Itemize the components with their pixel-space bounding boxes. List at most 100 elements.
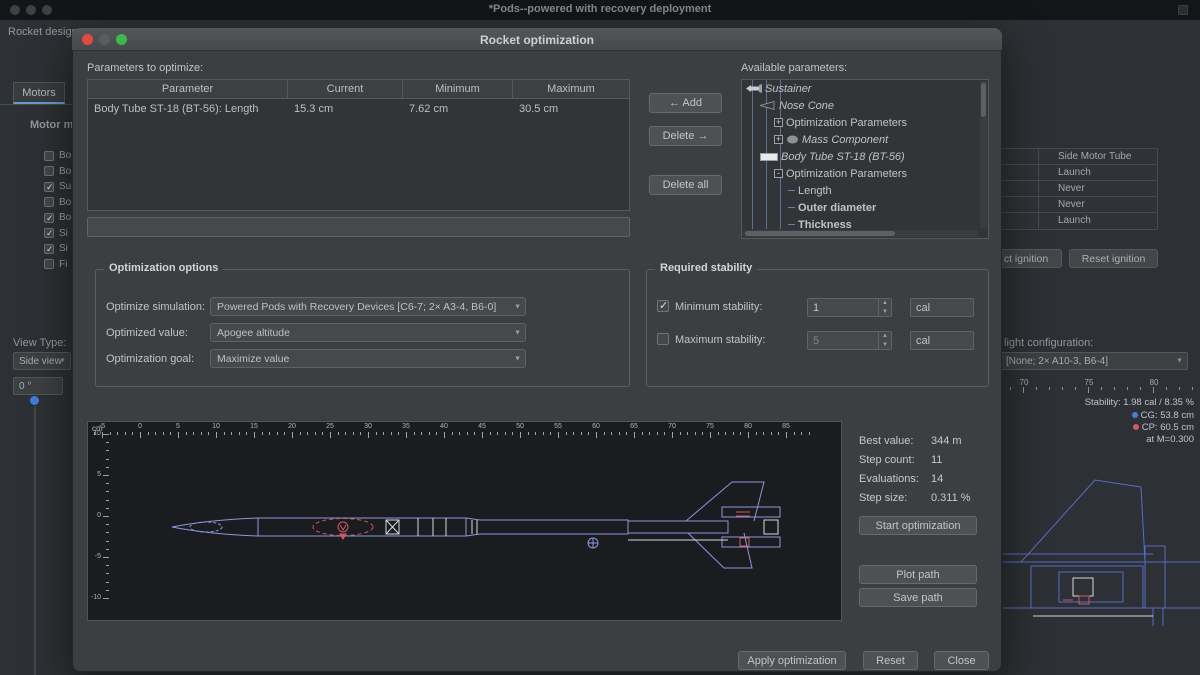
max-stability-spinner[interactable]: 5 ▲▼: [807, 331, 892, 350]
tree-item[interactable]: Nose Cone: [742, 97, 979, 114]
checkbox[interactable]: [44, 197, 54, 207]
optimize-simulation-select[interactable]: Powered Pods with Recovery Devices [C6-7…: [210, 297, 526, 316]
stat-label: Step count:: [859, 454, 931, 466]
scrollbar-thumb[interactable]: [745, 231, 895, 236]
column-header[interactable]: Minimum: [403, 80, 513, 98]
selected-value: Apogee altitude: [217, 327, 290, 339]
ruler-tick: [1140, 387, 1141, 390]
flight-config-label: light configuration:: [1004, 337, 1093, 349]
component-checkbox-row[interactable]: Si: [44, 241, 71, 257]
tree-toggle-icon[interactable]: -: [774, 169, 783, 178]
tree-item[interactable]: Sustainer: [742, 80, 979, 97]
cp-marker-icon: [1133, 424, 1139, 430]
min-stability-checkbox[interactable]: [657, 300, 669, 312]
motor-table-row[interactable]: Never: [996, 181, 1157, 197]
checkbox[interactable]: [44, 213, 54, 223]
optimize-simulation-label: Optimize simulation:: [106, 301, 205, 313]
tree-item-label: Optimization Parameters: [786, 117, 907, 129]
reset-button[interactable]: Reset: [863, 651, 918, 670]
motor-config-table: Side Motor TubeLaunchNeverNeverLaunch: [995, 148, 1158, 230]
tree-item[interactable]: Body Tube ST-18 (BT-56): [742, 148, 979, 165]
component-checkbox-row[interactable]: Su: [44, 179, 71, 195]
scrollbar-thumb[interactable]: [981, 83, 986, 117]
available-parameters-panel: SustainerNose Cone+Optimization Paramete…: [741, 79, 989, 239]
checkbox[interactable]: [44, 151, 54, 161]
plot-path-button[interactable]: Plot path: [859, 565, 977, 584]
tree-item[interactable]: Length: [742, 182, 979, 199]
ruler-label: 80: [1146, 378, 1162, 387]
spinner-arrows-icon[interactable]: ▲▼: [878, 299, 891, 316]
checkbox[interactable]: [44, 244, 54, 254]
tree-item[interactable]: +Optimization Parameters: [742, 114, 979, 131]
motor-table-row[interactable]: Side Motor Tube: [996, 149, 1157, 165]
component-checkbox-row[interactable]: Fi: [44, 257, 71, 273]
min-stability-unit[interactable]: cal: [910, 298, 974, 317]
checkbox[interactable]: [44, 166, 54, 176]
component-checkbox-row[interactable]: Bo: [44, 148, 71, 164]
dialog-titlebar[interactable]: Rocket optimization: [72, 28, 1002, 51]
ruler-tick: [1010, 387, 1011, 390]
cg-readout: CG: 53.8 cm: [1132, 410, 1194, 421]
ruler-tick: [1075, 387, 1076, 390]
tree-item-label: Optimization Parameters: [786, 168, 907, 180]
close-button[interactable]: Close: [934, 651, 989, 670]
column-header[interactable]: Parameter: [88, 80, 288, 98]
delete-parameter-button[interactable]: Delete →: [649, 126, 722, 146]
motor-table-row[interactable]: Launch: [996, 165, 1157, 181]
max-stability-unit[interactable]: cal: [910, 331, 974, 350]
chevron-down-icon: ▼: [514, 329, 521, 336]
tree-item[interactable]: Thickness: [742, 216, 979, 229]
ruler-tick: [1036, 387, 1037, 390]
table-row[interactable]: Body Tube ST-18 (BT-56): Length15.3 cm7.…: [88, 99, 629, 119]
selected-value: Powered Pods with Recovery Devices [C6-7…: [217, 301, 496, 313]
tree-item[interactable]: +Mass Component: [742, 131, 979, 148]
delete-all-button[interactable]: Delete all: [649, 175, 722, 195]
add-parameter-button[interactable]: ← Add: [649, 93, 722, 113]
window-control-icon[interactable]: [1178, 5, 1188, 15]
rotation-spinner[interactable]: 0 °: [13, 377, 63, 395]
tree-item[interactable]: -Optimization Parameters: [742, 165, 979, 182]
group-title: Required stability: [655, 262, 757, 274]
component-checkbox-row[interactable]: Bo: [44, 164, 71, 180]
cp-readout: CP: 60.5 cm: [1133, 422, 1194, 433]
save-path-button[interactable]: Save path: [859, 588, 977, 607]
flight-config-value: [None; 2× A10-3, B6-4]: [1006, 356, 1108, 367]
max-stability-checkbox[interactable]: [657, 333, 669, 345]
motor-table-row[interactable]: Launch: [996, 213, 1157, 229]
start-optimization-button[interactable]: Start optimization: [859, 516, 977, 535]
parameter-edit-field[interactable]: [87, 217, 630, 237]
apply-optimization-button[interactable]: Apply optimization: [738, 651, 846, 670]
column-header[interactable]: Maximum: [513, 80, 629, 98]
tree-connector-icon: [788, 190, 795, 191]
optimized-value-select[interactable]: Apogee altitude ▼: [210, 323, 526, 342]
tree-toggle-icon[interactable]: +: [774, 135, 783, 144]
spinner-arrows-icon[interactable]: ▲▼: [878, 332, 891, 349]
reset-ignition-button[interactable]: Reset ignition: [1069, 249, 1158, 268]
view-type-select[interactable]: Side view ▼: [13, 352, 71, 370]
checkbox-label: Su: [59, 181, 71, 192]
rotation-slider-track[interactable]: [34, 406, 36, 675]
rotation-slider-handle[interactable]: [30, 396, 39, 405]
column-header[interactable]: Current: [288, 80, 403, 98]
flight-config-select[interactable]: [None; 2× A10-3, B6-4] ▼: [1000, 352, 1188, 370]
component-checkbox-row[interactable]: Bo: [44, 195, 71, 211]
tree-item[interactable]: Outer diameter: [742, 199, 979, 216]
motor-table-row[interactable]: Never: [996, 197, 1157, 213]
component-checkbox-row[interactable]: Si: [44, 226, 71, 242]
component-checkbox-list: BoBoSuBoBoSiSiFi: [44, 148, 71, 272]
tree-toggle-icon[interactable]: +: [774, 118, 783, 127]
rocket-diagram-panel[interactable]: cm -50510152025303540455055606570758085 …: [87, 421, 842, 621]
min-stability-spinner[interactable]: 1 ▲▼: [807, 298, 892, 317]
tree-horizontal-scrollbar[interactable]: [743, 230, 978, 237]
checkbox[interactable]: [44, 182, 54, 192]
rotation-value: 0 °: [19, 381, 31, 392]
checkbox[interactable]: [44, 259, 54, 269]
chevron-down-icon: ▼: [514, 355, 521, 362]
tree-vertical-scrollbar[interactable]: [980, 81, 987, 228]
checkbox[interactable]: [44, 228, 54, 238]
optimization-goal-select[interactable]: Maximize value ▼: [210, 349, 526, 368]
tab-motors[interactable]: Motors: [13, 82, 65, 104]
component-checkbox-row[interactable]: Bo: [44, 210, 71, 226]
tree-item-label: Thickness: [798, 219, 852, 230]
available-parameters-label: Available parameters:: [741, 62, 847, 74]
